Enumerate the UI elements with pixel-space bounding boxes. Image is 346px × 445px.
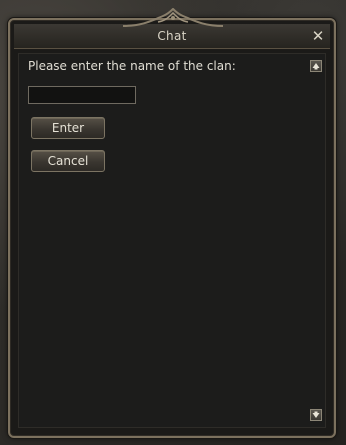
clan-name-input[interactable] (28, 86, 136, 104)
ornament-icon (122, 8, 224, 27)
close-button[interactable]: ✕ (310, 28, 326, 44)
enter-button[interactable]: Enter (31, 117, 105, 139)
clan-name-prompt: Please enter the name of the clan: (28, 59, 236, 73)
scroll-down-button[interactable] (310, 409, 322, 421)
window-title: Chat (157, 29, 187, 43)
chat-window: Chat ✕ Please enter the name of the clan… (8, 18, 336, 438)
arrow-down-icon (312, 411, 320, 418)
dialog-content: Please enter the name of the clan: Enter… (18, 53, 326, 428)
cancel-button[interactable]: Cancel (31, 150, 105, 172)
scroll-up-button[interactable] (310, 60, 322, 72)
arrow-up-icon (312, 63, 320, 70)
